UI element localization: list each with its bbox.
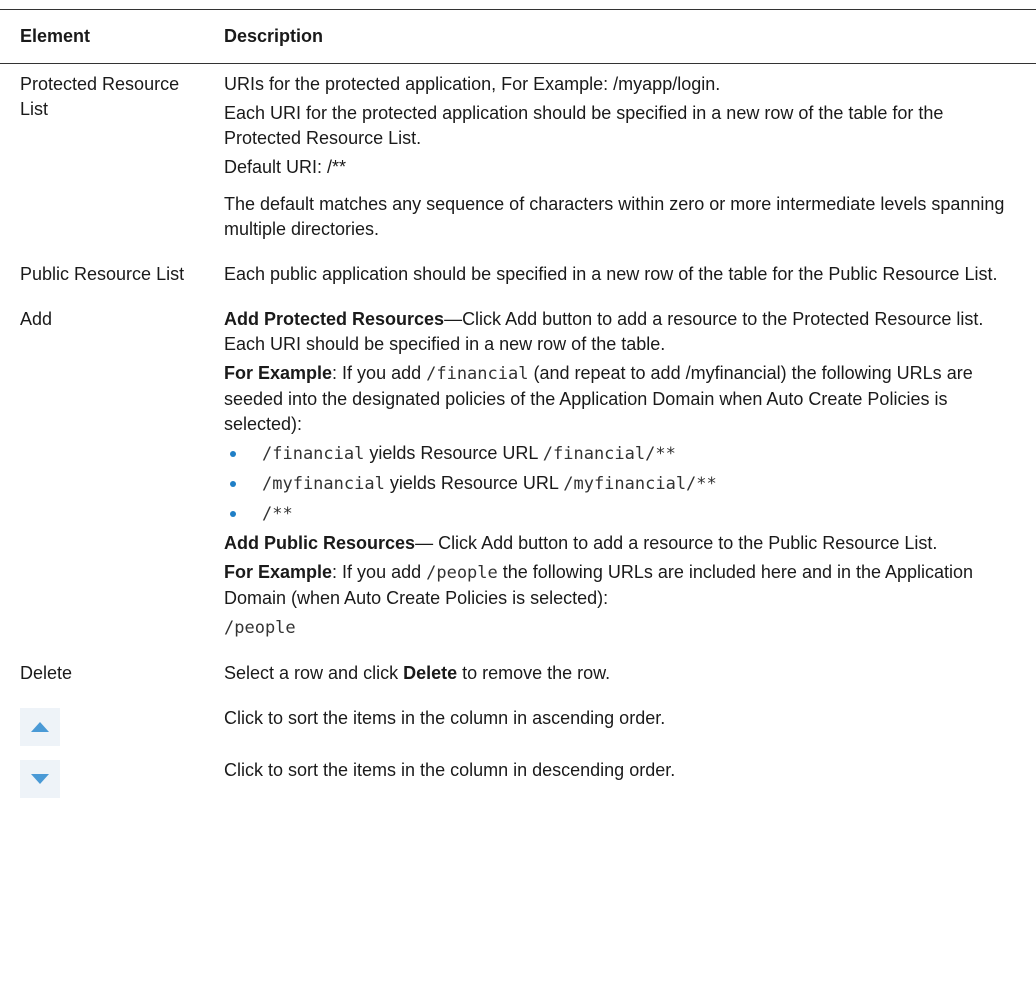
delete-text: Select a row and click	[224, 663, 404, 683]
add-public-text: — Click Add button to add a resource to …	[415, 533, 938, 553]
table-row: Add Add Protected Resources—Click Add bu…	[0, 299, 1036, 653]
description-cell: Add Protected Resources—Click Add button…	[212, 299, 1036, 653]
table-row: Click to sort the items in the column in…	[0, 698, 1036, 750]
bullet-list: /financial yields Resource URL /financia…	[224, 441, 1022, 527]
description-paragraph: The default matches any sequence of char…	[224, 194, 1005, 239]
document-page: Element Description Protected Resource L…	[0, 0, 1036, 994]
element-label: Add	[20, 309, 53, 329]
code-snippet: /**	[262, 504, 293, 524]
description-cell: Each public application should be specif…	[212, 254, 1036, 299]
add-public-title: Add Public Resources	[224, 533, 416, 553]
description-paragraph: Each public application should be specif…	[224, 264, 998, 284]
element-cell: Add	[0, 299, 212, 653]
element-label: Delete	[20, 663, 73, 683]
element-description-table: Element Description Protected Resource L…	[0, 9, 1036, 802]
description-paragraph: Add Protected Resources—Click Add button…	[224, 307, 1022, 357]
list-item: /myfinancial yields Resource URL /myfina…	[224, 471, 1022, 497]
list-item-text: yields Resource URL	[384, 473, 564, 493]
description-paragraph: Default URI: /**	[224, 157, 347, 177]
description-paragraph: For Example: If you add /people the foll…	[224, 560, 1022, 611]
code-snippet: /financial	[426, 364, 529, 384]
column-header-description: Description	[224, 26, 324, 46]
element-cell	[0, 750, 212, 802]
list-item: /**	[224, 501, 1022, 527]
bullet-icon	[230, 481, 236, 487]
description-paragraph: Click to sort the items in the column in…	[224, 760, 676, 780]
description-cell: Click to sort the items in the column in…	[212, 750, 1036, 802]
example-text: : If you add	[332, 363, 427, 383]
table-row: Protected Resource List URIs for the pro…	[0, 64, 1036, 255]
element-cell: Protected Resource List	[0, 64, 212, 255]
example-text: : If you add	[332, 562, 427, 582]
code-snippet: /people	[224, 618, 296, 638]
table-header-row: Element Description	[0, 9, 1036, 64]
description-cell: Click to sort the items in the column in…	[212, 698, 1036, 750]
element-label: Protected Resource List	[20, 74, 180, 119]
bullet-icon	[230, 511, 236, 517]
code-snippet: /financial/**	[542, 444, 676, 464]
example-label: For Example	[224, 562, 333, 582]
description-cell: Select a row and click Delete to remove …	[212, 653, 1036, 698]
element-cell: Delete	[0, 653, 212, 698]
description-paragraph: /people	[224, 615, 1022, 641]
code-snippet: /financial	[262, 444, 365, 464]
example-label: For Example	[224, 363, 333, 383]
list-item-text: yields Resource URL	[364, 443, 543, 463]
sort-descending-icon[interactable]	[20, 760, 60, 798]
description-cell: URIs for the protected application, For …	[212, 64, 1036, 255]
table-row: Public Resource List Each public applica…	[0, 254, 1036, 299]
description-paragraph: Add Public Resources— Click Add button t…	[224, 531, 1022, 556]
column-header-element: Element	[20, 26, 91, 46]
description-paragraph: For Example: If you add /financial (and …	[224, 361, 1022, 437]
bullet-icon	[230, 451, 236, 457]
element-cell	[0, 698, 212, 750]
code-snippet: /myfinancial/**	[563, 474, 717, 494]
element-cell: Public Resource List	[0, 254, 212, 299]
table-row: Click to sort the items in the column in…	[0, 750, 1036, 802]
element-label: Public Resource List	[20, 264, 185, 284]
description-paragraph: URIs for the protected application, For …	[224, 74, 721, 94]
table-row: Delete Select a row and click Delete to …	[0, 653, 1036, 698]
sort-ascending-icon[interactable]	[20, 708, 60, 746]
description-paragraph: Select a row and click Delete to remove …	[224, 661, 1022, 686]
code-snippet: /people	[426, 563, 498, 583]
delete-text: to remove the row.	[457, 663, 611, 683]
description-paragraph: Click to sort the items in the column in…	[224, 708, 666, 728]
list-item: /financial yields Resource URL /financia…	[224, 441, 1022, 467]
add-protected-title: Add Protected Resources	[224, 309, 445, 329]
code-snippet: /myfinancial	[262, 474, 385, 494]
delete-bold: Delete	[403, 663, 458, 683]
description-paragraph: Each URI for the protected application s…	[224, 103, 944, 148]
